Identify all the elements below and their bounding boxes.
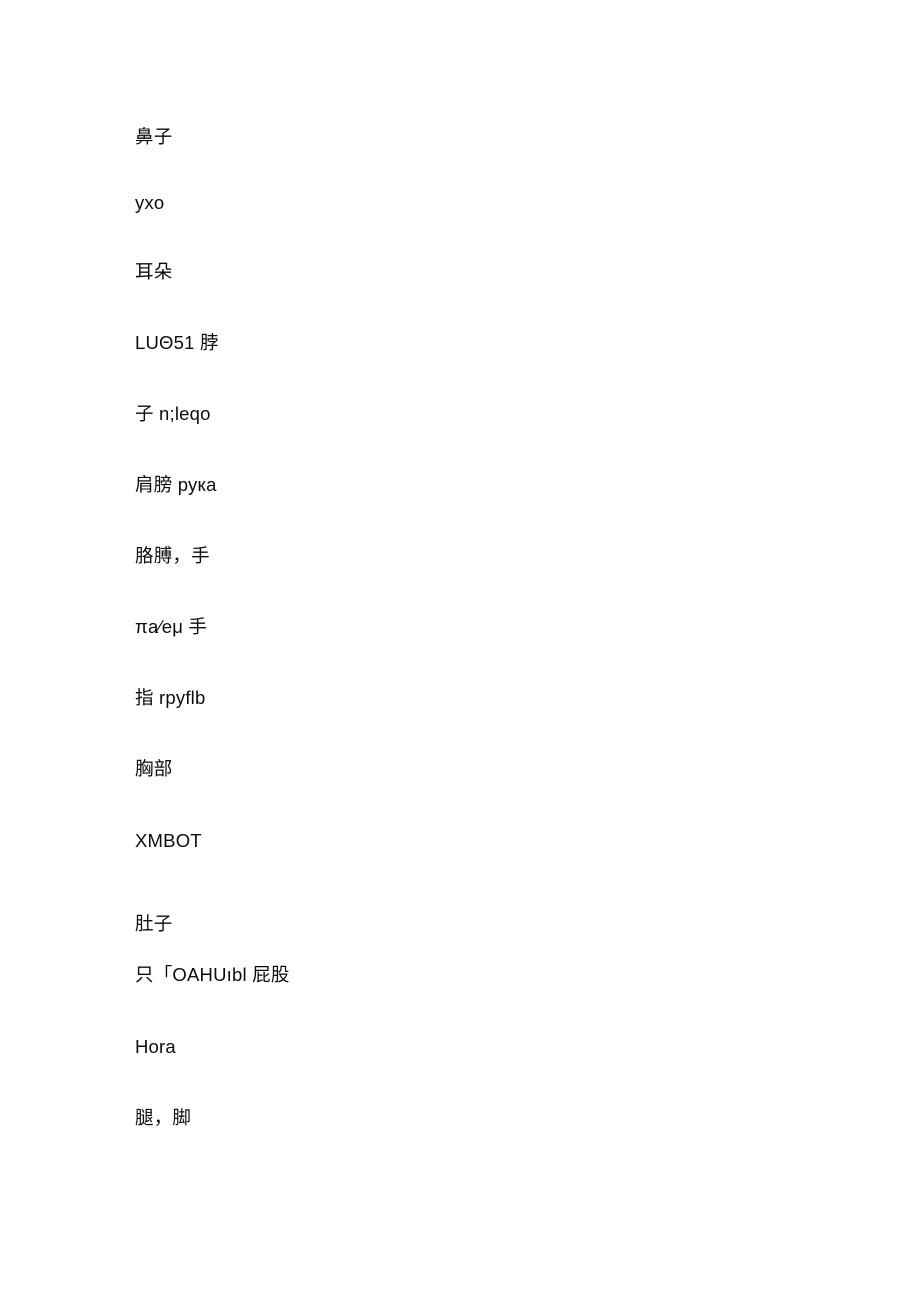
text-line: 鼻子 xyxy=(135,126,173,147)
text-line: 肩膀 рука xyxy=(135,474,217,495)
text-line: πa∕eμ 手 xyxy=(135,616,208,637)
text-line: 耳朵 xyxy=(135,261,173,282)
text-line: 腿，脚 xyxy=(135,1107,192,1128)
text-line: XMBOT xyxy=(135,830,202,851)
document-page: 鼻子 yxo 耳朵 LUΘ51 脖子 n;leqo 肩膀 рука 胳膊，手 πa∕eμ 手… xyxy=(0,0,920,1301)
text-line: yxo xyxy=(135,192,165,213)
text-line: 肚子 xyxy=(135,913,173,934)
text-line: LUΘ51 脖 xyxy=(135,332,219,353)
text-line: 胳膊，手 xyxy=(135,545,210,566)
text-line: 子 n;leqo xyxy=(135,403,211,424)
text-line: 指 rpyflb xyxy=(135,687,206,708)
text-line: Hora xyxy=(135,1036,176,1057)
text-line: 胸部 xyxy=(135,758,173,779)
text-line: 只「OAHUıbl 屁股 xyxy=(135,964,290,985)
